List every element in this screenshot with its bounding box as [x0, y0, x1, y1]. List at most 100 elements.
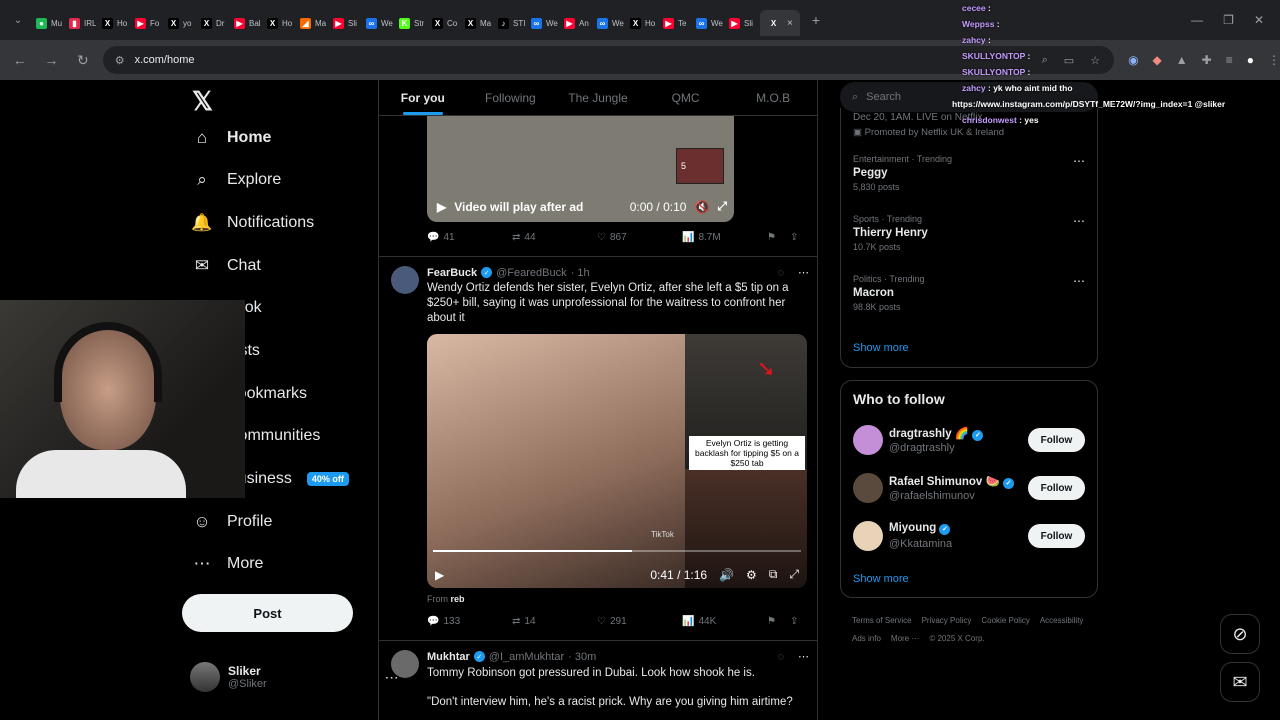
retweet-button[interactable]: ⇄ 44 [512, 232, 597, 243]
tab-m-o-b[interactable]: M.O.B [729, 80, 817, 115]
x-logo-icon[interactable]: 𝕏 [192, 86, 213, 117]
nav-item-notifications[interactable]: 🔔 Notifications [191, 205, 314, 241]
follow-button[interactable]: Follow [1028, 476, 1085, 500]
like-button[interactable]: ♡ 867 [597, 232, 682, 243]
bookmark-icon[interactable]: ⚑ [767, 232, 776, 243]
footer-link[interactable]: Privacy Policy [922, 612, 972, 630]
footer-link[interactable]: Accessibility [1040, 612, 1084, 630]
volume-icon[interactable]: 🔊 [719, 568, 734, 582]
trend-item[interactable]: Entertainment · Trending ⋯ Peggy 5,830 post… [853, 154, 1085, 192]
browser-tab[interactable]: ▶ An [558, 10, 591, 36]
browser-tab[interactable]: X Ho [96, 10, 129, 36]
author-handle[interactable]: @I_amMukhtar [489, 651, 564, 663]
reply-button[interactable]: 💬 41 [427, 232, 512, 243]
browser-tab[interactable]: ▶ Sli [723, 10, 756, 36]
more-dots-icon[interactable]: ⋯ [1073, 274, 1085, 288]
browser-tab[interactable]: ∞ We [525, 10, 558, 36]
new-tab-plus-icon[interactable]: + [804, 8, 828, 32]
nav-item-more[interactable]: ⋯ More [192, 546, 264, 582]
footer-link[interactable]: Cookie Policy [981, 612, 1029, 630]
trend-item[interactable]: Sports · Trending ⋯ Thierry Henry 10.7K pos… [853, 214, 1085, 252]
trend-item[interactable]: Politics · Trending ⋯ Macron 98.8K posts [853, 274, 1085, 312]
author-handle[interactable]: @FearedBuck [496, 267, 566, 279]
follow-button[interactable]: Follow [1028, 524, 1085, 548]
author-name[interactable]: FearBuck [427, 267, 477, 279]
browser-tab[interactable]: ∞ We [690, 10, 723, 36]
more-dots-icon[interactable]: ⋯ [798, 650, 809, 663]
browser-tab[interactable]: ∞ We [591, 10, 624, 36]
reply-button[interactable]: 💬 133 [427, 616, 512, 627]
from-user-link[interactable]: reb [451, 594, 465, 604]
views-button[interactable]: 📊 44K [682, 616, 767, 627]
footer-link[interactable]: Ads info [852, 630, 881, 648]
tweet-video-ad[interactable]: 5 ▶ Video will play after ad 0:00 / 0:10… [427, 116, 734, 222]
more-dots-icon[interactable]: ⋯ [798, 266, 809, 279]
browser-tab[interactable]: ▶ Te [657, 10, 690, 36]
tweet-time[interactable]: · 30m [568, 651, 596, 663]
account-switcher[interactable]: Sliker @Sliker ⋯ [190, 662, 399, 692]
nav-item-home[interactable]: ⌂ Home [192, 120, 272, 156]
grok-floating-icon[interactable]: ⊘ [1220, 614, 1260, 654]
more-dots-icon[interactable]: ⋯ [1073, 214, 1085, 228]
fullscreen-icon[interactable]: ⤢ [717, 199, 727, 214]
forward-arrow-icon[interactable]: → [40, 48, 64, 72]
tab-for-you[interactable]: For you [379, 80, 467, 115]
browser-tab[interactable]: ♪ STI [492, 10, 525, 36]
tweet-time[interactable]: · 1h [571, 267, 590, 279]
browser-tab[interactable]: X Dr [195, 10, 228, 36]
share-icon[interactable]: ⇪ [790, 616, 798, 627]
browser-tab-active[interactable]: X × [760, 10, 800, 36]
grok-icon[interactable]: ◌ [777, 651, 784, 663]
tab-qmc[interactable]: QMC [642, 80, 730, 115]
nav-item-chat[interactable]: ✉ Chat [192, 248, 261, 284]
site-info-icon[interactable]: ⚙ [115, 54, 125, 67]
close-tab-icon[interactable]: × [787, 18, 793, 29]
browser-tab[interactable]: X Ma [459, 10, 492, 36]
reload-icon[interactable]: ↻ [71, 48, 95, 72]
pip-icon[interactable]: ⧉ [769, 567, 778, 582]
browser-tab[interactable]: ▶ Fo [129, 10, 162, 36]
browser-tab[interactable]: ▶ Sli [327, 10, 360, 36]
browser-tab[interactable]: X Co [426, 10, 459, 36]
retweet-button[interactable]: ⇄ 14 [512, 616, 597, 627]
views-button[interactable]: 📊 8.7M [682, 232, 767, 243]
fullscreen-icon[interactable]: ⤢ [789, 567, 799, 582]
show-more-trends-link[interactable]: Show more [853, 342, 909, 354]
settings-gear-icon[interactable]: ⚙ [746, 568, 757, 582]
browser-tab[interactable]: K Str [393, 10, 426, 36]
tab-the-jungle[interactable]: The Jungle [554, 80, 642, 115]
author-name[interactable]: Mukhtar [427, 651, 470, 663]
back-arrow-icon[interactable]: ← [8, 48, 32, 72]
like-button[interactable]: ♡ 291 [597, 616, 682, 627]
play-icon[interactable]: ▶ [437, 200, 446, 214]
post-button[interactable]: Post [182, 594, 353, 632]
browser-tab[interactable]: X Ho [624, 10, 657, 36]
browser-tab[interactable]: ● Mu [30, 10, 63, 36]
tweet-video[interactable]: ➘ Evelyn Ortiz is getting backlash for t… [427, 334, 807, 588]
show-more-follow-link[interactable]: Show more [853, 573, 909, 585]
nav-item-profile[interactable]: ☺ Profile [192, 504, 272, 540]
follow-button[interactable]: Follow [1028, 428, 1085, 452]
footer-link[interactable]: Terms of Service [852, 612, 912, 630]
bookmark-icon[interactable]: ⚑ [767, 616, 776, 627]
grok-icon[interactable]: ◌ [777, 267, 784, 279]
share-icon[interactable]: ⇪ [790, 232, 798, 243]
video-progress-bar[interactable] [433, 550, 801, 552]
browser-tab[interactable]: ▮ IRL [63, 10, 96, 36]
footer-link[interactable]: More ··· [891, 630, 919, 648]
more-dots-icon[interactable]: ⋯ [1073, 154, 1085, 168]
avatar[interactable] [391, 650, 419, 678]
volume-icon[interactable]: 🔇 [694, 200, 709, 214]
footer-link[interactable]: © 2025 X Corp. [929, 630, 984, 648]
tab-following[interactable]: Following [467, 80, 555, 115]
browser-tab[interactable]: ◢ Ma [294, 10, 327, 36]
play-icon[interactable]: ▶ [435, 568, 444, 582]
browser-tab[interactable]: ▶ Bal [228, 10, 261, 36]
browser-tab[interactable]: ∞ We [360, 10, 393, 36]
messages-floating-icon[interactable]: ✉ [1220, 662, 1260, 702]
tab-list-chevron-icon[interactable]: ⌄ [6, 8, 30, 32]
browser-tab[interactable]: X Ho [261, 10, 294, 36]
avatar[interactable] [391, 266, 419, 294]
nav-item-explore[interactable]: ⌕ Explore [192, 162, 281, 198]
browser-tab[interactable]: Xyo [162, 10, 195, 36]
